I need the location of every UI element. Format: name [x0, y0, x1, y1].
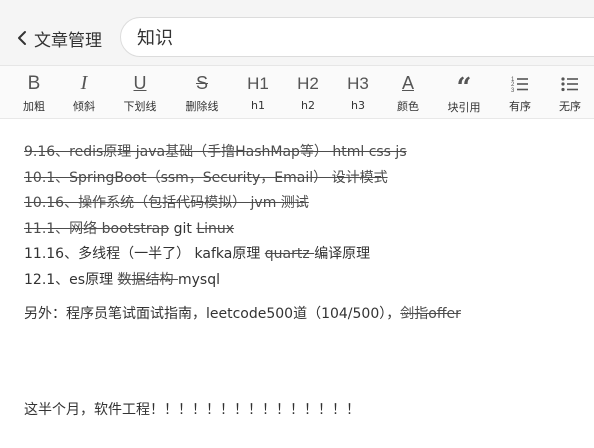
heading1-icon: H1: [247, 74, 269, 93]
heading3-icon: H3: [347, 74, 369, 93]
back-button[interactable]: 文章管理: [16, 22, 102, 54]
content-line-4-strike-b: Linux: [196, 220, 235, 237]
heading2-label: h2: [301, 99, 315, 112]
content-line-6: 12.1、es原理 数据结构 mysql: [24, 268, 584, 294]
heading3-label: h3: [351, 99, 365, 112]
content-line-1: 9.16、redis原理 java基础（手撸HashMap等） html css…: [24, 144, 407, 160]
unordered-list-label: 无序: [559, 100, 581, 113]
italic-label: 倾斜: [73, 100, 95, 113]
content-line-6-strike: 数据结构: [117, 271, 178, 288]
formatting-toolbar: B 加粗 I 倾斜 U 下划线 S 删除线 H1 h1 H2 h2 H3 h3 …: [0, 66, 594, 119]
content-line-5: 11.16、多线程（一半了） kafka原理 quartz 编译原理: [24, 242, 584, 268]
content-paragraph-2-strike: 剑指offer: [400, 306, 461, 322]
blockquote-label: 块引用: [447, 101, 481, 114]
italic-button[interactable]: I 倾斜: [62, 72, 106, 114]
italic-icon: I: [80, 72, 88, 94]
bold-icon: B: [27, 72, 41, 94]
editor-header: 文章管理: [0, 0, 594, 66]
chevron-left-icon: [18, 31, 26, 45]
blockquote-button[interactable]: “ 块引用: [442, 72, 486, 114]
unordered-list-icon: [561, 72, 579, 95]
underline-icon: U: [133, 73, 147, 93]
content-line-4: 11.1、网络 bootstrap git Linux: [24, 217, 584, 243]
strikethrough-label: 删除线: [185, 100, 219, 113]
back-label: 文章管理: [34, 30, 102, 51]
content-line-4-plain: git: [169, 220, 197, 237]
underline-label: 下划线: [123, 100, 157, 113]
editor-content[interactable]: 9.16、redis原理 java基础（手撸HashMap等） html css…: [24, 140, 584, 418]
text-color-label: 颜色: [397, 100, 419, 113]
unordered-list-button[interactable]: 无序: [548, 72, 592, 114]
svg-text:3: 3: [511, 88, 515, 93]
heading2-icon: H2: [297, 74, 319, 93]
content-line-3: 10.16、操作系统（包括代码模拟） jvm 测试: [24, 195, 309, 211]
strikethrough-button[interactable]: S 删除线: [180, 72, 224, 114]
ordered-list-label: 有序: [509, 100, 531, 113]
content-paragraph-2-plain: 另外：程序员笔试面试指南，leetcode500道（104/500），: [24, 306, 401, 322]
strikethrough-icon: S: [195, 73, 208, 93]
article-title-input[interactable]: [120, 17, 594, 57]
content-line-2: 10.1、SpringBoot（ssm，Security，Email） 设计模式: [24, 169, 388, 186]
text-color-icon: A: [401, 73, 414, 93]
ordered-list-button[interactable]: 1 2 3 有序: [498, 72, 542, 114]
heading1-label: h1: [251, 99, 265, 112]
content-line-6-plain-b: mysql: [177, 271, 220, 288]
bold-label: 加粗: [23, 100, 45, 113]
quote-icon: “: [456, 73, 472, 103]
content-line-5-strike: quartz: [264, 246, 315, 262]
content-line-6-plain-a: 12.1、es原理: [24, 271, 118, 288]
heading2-button[interactable]: H2 h2: [286, 72, 330, 114]
ordered-list-icon: 1 2 3: [511, 72, 529, 95]
content-paragraph-3: 这半个月，软件工程！！！！！！！！！！！！！！！: [24, 402, 360, 418]
content-line-4-strike-a: 11.1、网络 bootstrap: [24, 220, 170, 237]
text-color-button[interactable]: A 颜色: [386, 72, 430, 114]
content-line-5-plain-b: 编译原理: [314, 246, 371, 262]
content-line-5-plain-a: 11.16、多线程（一半了） kafka原理: [24, 246, 265, 262]
heading1-button[interactable]: H1 h1: [236, 72, 280, 114]
bold-button[interactable]: B 加粗: [12, 72, 56, 114]
content-paragraph-2: 另外：程序员笔试面试指南，leetcode500道（104/500），剑指off…: [24, 302, 584, 328]
underline-button[interactable]: U 下划线: [118, 72, 162, 114]
heading3-button[interactable]: H3 h3: [336, 72, 380, 114]
